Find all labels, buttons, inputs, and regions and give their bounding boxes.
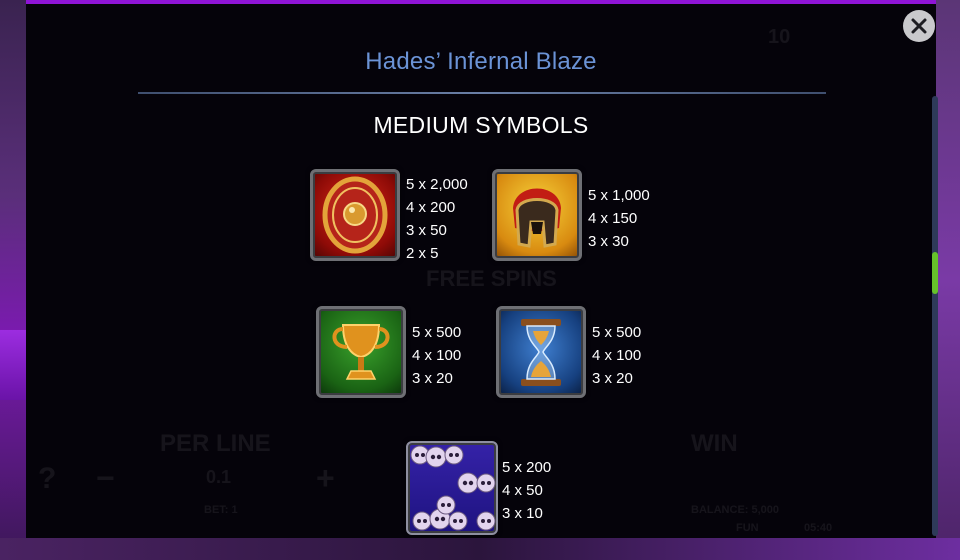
- per-line-label: PER LINE: [160, 430, 271, 457]
- payout-line: 3 x 30: [588, 233, 629, 250]
- title-divider: [138, 92, 826, 94]
- goblet-payouts: 5 x 500 4 x 100 3 x 20: [412, 321, 461, 390]
- win-label: WIN: [691, 430, 738, 457]
- payout-line: 2 x 5: [406, 245, 439, 262]
- payout-line: 4 x 50: [502, 482, 543, 499]
- hourglass-icon: [521, 319, 561, 386]
- bottom-background-edge: [0, 538, 960, 560]
- payout-line: 3 x 20: [592, 370, 633, 387]
- payout-line: 3 x 50: [406, 222, 447, 239]
- close-icon: [911, 18, 927, 34]
- payout-line: 5 x 200: [502, 459, 552, 476]
- payout-line: 4 x 100: [592, 347, 642, 364]
- bet-plus-button: +: [316, 460, 335, 496]
- clock-readout: 05:40: [804, 522, 833, 534]
- helmet-payouts: 5 x 1,000 4 x 150 3 x 30: [588, 184, 650, 253]
- hourglass-tile: [496, 306, 586, 398]
- free-spins-ghost-text: FREE SPINS: [426, 266, 557, 291]
- left-background-edge: [0, 0, 26, 560]
- scrollbar-thumb[interactable]: [932, 252, 938, 294]
- right-background-edge: [936, 0, 960, 560]
- lines-count-ghost: 10: [768, 26, 791, 48]
- skull-pile-icon: [410, 445, 496, 531]
- payout-line: 4 x 200: [406, 199, 456, 216]
- goblet-tile: [316, 306, 406, 398]
- golden-cup-icon: [332, 324, 390, 380]
- payout-line: 4 x 100: [412, 347, 462, 364]
- help-button: ?: [38, 462, 57, 495]
- paytable-scrollbar[interactable]: [932, 96, 938, 536]
- per-line-value: 0.1: [206, 467, 232, 487]
- shield-payouts: 5 x 2,000 4 x 200 3 x 50 2 x 5: [406, 173, 468, 265]
- paytable-modal: PER LINE 0.1 WIN ? − + BET: 1 BALANCE: 5…: [26, 4, 938, 538]
- skulls-payouts: 5 x 200 4 x 50 3 x 10: [502, 456, 551, 525]
- bet-minus-button: −: [96, 460, 115, 496]
- payout-line: 5 x 500: [412, 324, 462, 341]
- fun-mode-label: FUN: [736, 522, 759, 534]
- shield-tile: [310, 169, 400, 261]
- hourglass-payouts: 5 x 500 4 x 100 3 x 20: [592, 321, 641, 390]
- payout-line: 3 x 20: [412, 370, 453, 387]
- balance-readout: BALANCE: 5,000: [691, 504, 780, 516]
- payout-line: 5 x 500: [592, 324, 642, 341]
- helmet-tile: [492, 169, 582, 261]
- shield-icon: [322, 176, 388, 254]
- spartan-helmet-icon: [513, 188, 561, 248]
- payout-line: 5 x 1,000: [588, 187, 650, 204]
- skulls-tile: [406, 441, 498, 535]
- bet-readout: BET: 1: [204, 504, 238, 516]
- payout-line: 3 x 10: [502, 505, 543, 522]
- payout-line: 4 x 150: [588, 210, 638, 227]
- close-button[interactable]: [903, 10, 935, 42]
- payout-line: 5 x 2,000: [406, 176, 468, 193]
- paytable-title: Hades’ Infernal Blaze: [365, 48, 597, 75]
- section-title: MEDIUM SYMBOLS: [373, 112, 589, 138]
